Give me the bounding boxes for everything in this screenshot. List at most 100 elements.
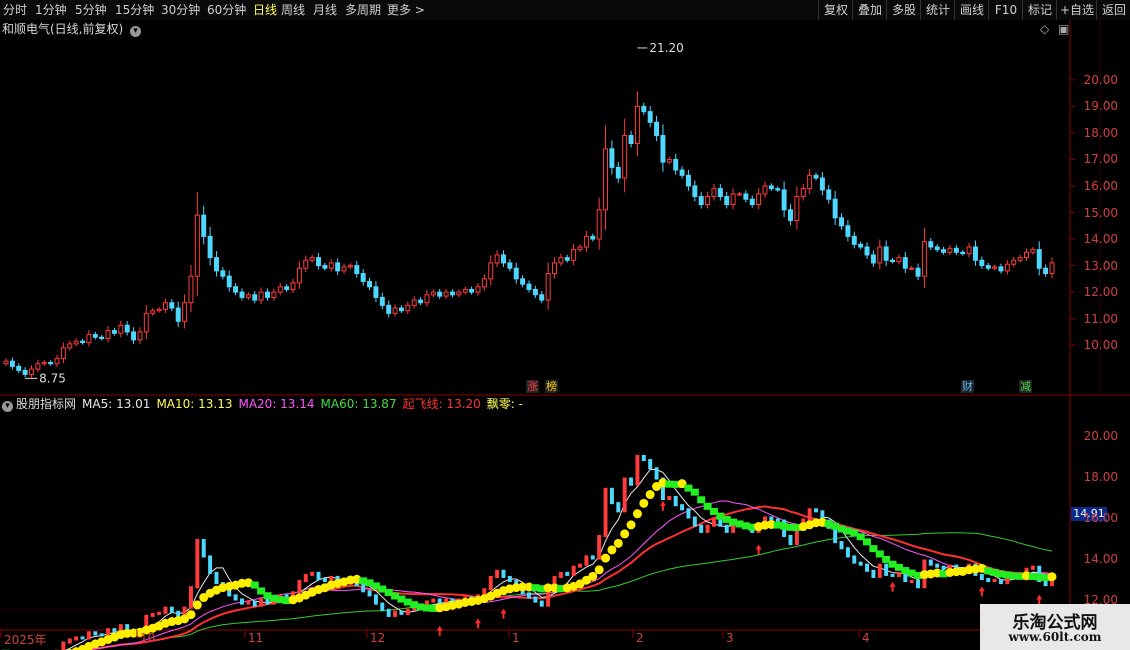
chevron-down-icon[interactable]: ▾ [130,26,142,37]
indicator-bar-26 [169,606,174,613]
candle-body-90 [577,246,583,251]
toolbar-button-3[interactable]: 统计 [920,0,955,20]
indicator-bar-49 [316,571,321,581]
indicator-bar-58 [373,594,378,605]
tab-period-1[interactable]: 1分钟 [35,0,67,20]
indicator-name: 股朋指标网 [16,397,77,411]
event-marker-1: 榜 [545,380,558,393]
indicator-bar-127 [814,508,818,513]
rising-dot-98 [626,520,636,530]
candle-body-45 [290,282,296,290]
candle-body-111 [711,188,717,198]
high-price-label: 21.20 [649,41,683,55]
candle-body-83 [532,288,538,296]
rising-dot-99 [632,509,642,519]
indicator-bar-142 [909,580,914,584]
legend-item-4: 起飞线: 13.20 [402,397,481,411]
candle-body-151 [966,246,972,255]
indicator-bar-32 [208,555,213,574]
indicator-bar-24 [157,611,162,615]
legend-item-1: MA10: 13.13 [156,397,233,411]
candle-body-144 [921,241,927,277]
tab-period-0[interactable]: 分时 [3,0,27,20]
toolbar-button-5[interactable]: F10 [988,0,1023,20]
indicator-bar-9 [61,641,66,650]
candle-body-136 [870,254,876,264]
tab-period-5[interactable]: 60分钟 [207,0,246,20]
candle-body-131 [839,217,845,227]
panel-toggle-icon[interactable]: ▣ [1058,22,1069,36]
tab-period-7[interactable]: 周线 [281,0,305,20]
candle-body-75 [481,278,487,288]
indicator-bar-47 [303,573,308,583]
period-toolbar: 分时 1分钟 5分钟 15分钟 30分钟 60分钟 日线 周线 月线 多周期 更多 > 复权 叠加 多股… [0,0,1130,21]
candle-body-140 [896,257,902,263]
candle-body-81 [520,278,526,285]
tab-period-4[interactable]: 30分钟 [161,0,200,20]
candle-body-147 [941,249,947,253]
toolbar-button-7[interactable]: +自选 [1056,0,1097,20]
candle-body-126 [807,174,813,190]
candle-body-108 [692,185,698,198]
toolbar-button-6[interactable]: 标记 [1022,0,1057,20]
candle-body-80 [513,267,519,280]
indicator-bar-147 [941,565,946,570]
indicator-bar-136 [871,569,876,578]
falling-block-135 [863,538,872,546]
tab-period-8[interactable]: 月线 [313,0,337,20]
candle-body-18 [118,324,124,334]
candle-body-16 [105,330,111,340]
candle-body-159 [1017,257,1023,261]
toolbar-button-4[interactable]: 画线 [954,0,989,20]
candle-body-137 [877,246,883,264]
tab-period-10[interactable]: 更多 > [387,0,425,20]
indicator-bar-41 [265,598,270,605]
diamond-icon[interactable]: ◇ [1040,22,1049,36]
candle-body-9 [60,347,66,359]
candle-body-63 [405,304,411,312]
indicator-bar-112 [718,518,723,527]
candle-body-104 [666,158,672,163]
candle-body-20 [131,331,137,341]
candle-body-123 [788,209,793,221]
candle-body-41 [265,291,270,298]
candle-body-133 [851,235,857,245]
watermark: 乐淘公式网 www.60lt.com [980,604,1130,650]
indicator-bar-145 [928,559,933,566]
candle-body-12 [80,340,86,344]
candle-body-39 [252,294,258,301]
tab-period-6[interactable]: 日线 [253,0,277,20]
rising-dot-93 [594,565,604,575]
indicator-bar-134 [858,561,863,566]
main-y-tick-5: 15.00 [1083,205,1118,220]
toolbar-button-0[interactable]: 复权 [818,0,853,20]
tab-period-3[interactable]: 15分钟 [115,0,154,20]
candle-body-72 [462,288,468,293]
indicator-bar-87 [558,571,563,578]
main-y-tick-0: 20.00 [1083,72,1118,87]
toolbar-button-8[interactable]: 返回 [1096,0,1130,20]
indicator-bar-126 [807,508,812,521]
candle-body-160 [1024,251,1029,259]
toolbar-button-2[interactable]: 多股 [886,0,921,20]
candle-body-14 [92,334,98,338]
candle-body-31 [201,214,207,237]
main-y-tick-10: 10.00 [1083,338,1118,353]
x-axis-label-1: 10 [140,631,156,645]
candle-body-99 [634,105,640,144]
tab-period-9[interactable]: 多周期 [345,0,381,20]
toolbar-button-1[interactable]: 叠加 [852,0,887,20]
candle-body-34 [220,270,226,277]
indicator-bar-154 [986,577,991,583]
candle-body-135 [864,246,870,256]
candle-body-32 [207,235,213,259]
candle-body-103 [660,135,666,163]
candle-body-124 [794,196,800,221]
candle-body-121 [775,188,781,191]
indicator-toggle-icon[interactable]: ▾ [2,401,13,412]
tab-period-2[interactable]: 5分钟 [75,0,107,20]
candle-body-105 [673,158,679,171]
indicator-bar-94 [603,487,608,537]
indicator-bar-61 [393,610,398,617]
candle-body-115 [736,193,742,196]
